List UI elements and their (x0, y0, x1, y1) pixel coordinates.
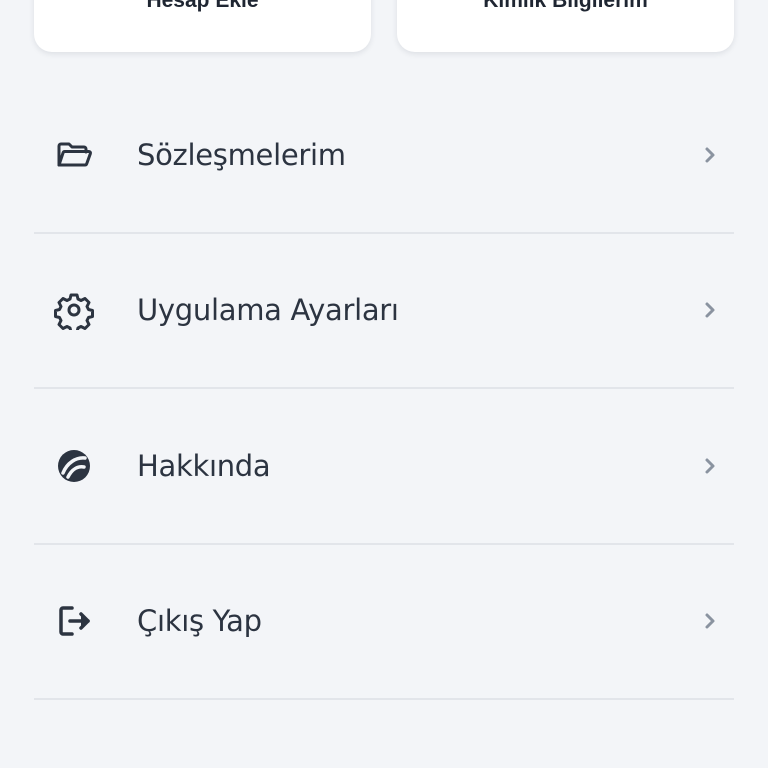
settings-menu: Sözleşmelerim Uygulama Ayarları Hakkında (34, 78, 734, 700)
menu-item-app-settings[interactable]: Uygulama Ayarları (34, 234, 734, 389)
identity-info-label: Kimlik Bilgilerim (483, 0, 648, 12)
menu-item-contracts[interactable]: Sözleşmelerim (34, 78, 734, 234)
menu-item-logout[interactable]: Çıkış Yap (34, 545, 734, 700)
add-account-button[interactable]: Hesap Ekle (34, 0, 371, 52)
identity-info-button[interactable]: Kimlik Bilgilerim (397, 0, 734, 52)
chevron-right-icon (700, 300, 720, 320)
logout-icon (54, 601, 94, 641)
menu-item-about[interactable]: Hakkında (34, 389, 734, 545)
folder-icon (54, 135, 94, 175)
top-cards: Hesap Ekle Kimlik Bilgilerim (34, 0, 734, 52)
chevron-right-icon (700, 456, 720, 476)
brand-logo-icon (54, 446, 94, 486)
menu-item-label: Sözleşmelerim (137, 137, 346, 172)
chevron-right-icon (700, 145, 720, 165)
add-account-label: Hesap Ekle (146, 0, 259, 12)
menu-item-label: Hakkında (137, 448, 271, 483)
gear-icon (54, 290, 94, 331)
chevron-right-icon (700, 611, 720, 631)
menu-item-label: Uygulama Ayarları (137, 293, 399, 328)
menu-item-label: Çıkış Yap (137, 604, 262, 639)
